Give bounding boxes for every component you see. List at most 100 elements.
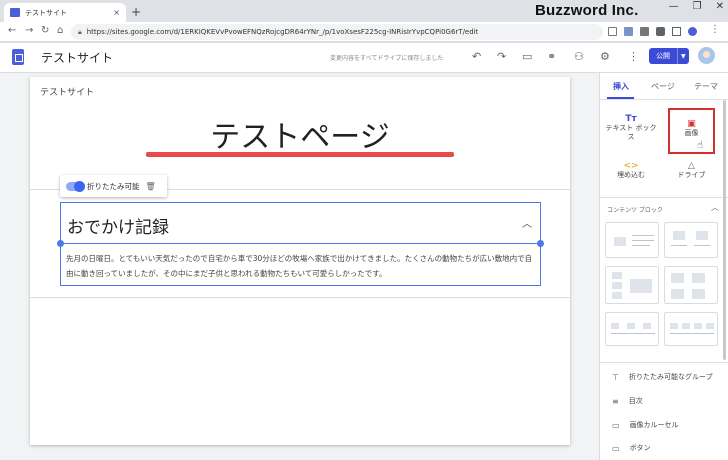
share-page-icon[interactable]: [608, 27, 617, 36]
browser-tab[interactable]: テストサイト ×: [4, 3, 126, 22]
resize-handle[interactable]: [537, 240, 544, 247]
highlight-box-annotation: [668, 108, 715, 154]
content-block-tile[interactable]: [605, 266, 659, 304]
browser-tab-title: テストサイト: [25, 8, 67, 17]
insert-drive[interactable]: △ ドライブ: [668, 161, 715, 180]
reload-icon[interactable]: ↻: [41, 25, 49, 36]
image-placeholder-icon: [673, 231, 685, 240]
button-icon: ▭: [612, 443, 620, 453]
chevron-up-icon[interactable]: ︿: [522, 215, 532, 230]
panel-divider: [600, 197, 728, 198]
publish-separator: [677, 48, 678, 64]
collapsible-toolbar: 折りたたみ可能 🗑︎: [60, 175, 167, 197]
settings-gear-icon[interactable]: ⚙: [600, 50, 610, 63]
forward-icon[interactable]: →: [25, 25, 33, 36]
insert-embed-label: 埋め込む: [617, 171, 645, 179]
publish-label: 公開: [656, 52, 670, 60]
drive-icon: △: [688, 161, 695, 171]
insert-image-carousel[interactable]: ▭ 画像カルーセル: [612, 420, 679, 430]
extensions-puzzle-icon[interactable]: [656, 27, 665, 36]
tab-pages[interactable]: ページ: [651, 81, 675, 92]
chevron-down-icon[interactable]: ▼: [681, 53, 686, 60]
extension-icon[interactable]: [624, 27, 633, 36]
profile-icon[interactable]: [688, 27, 697, 36]
close-window-button[interactable]: ✕: [716, 1, 724, 12]
home-icon[interactable]: ⌂: [57, 25, 63, 36]
insert-table-of-contents[interactable]: ≡ 目次: [612, 396, 643, 406]
button-label: ボタン: [629, 444, 651, 452]
resize-handle[interactable]: [57, 240, 64, 247]
google-sites-logo-icon[interactable]: [12, 49, 24, 65]
image-placeholder-icon: [614, 237, 626, 246]
insert-collapsible-group[interactable]: ⊤ 折りたたみ可能なグループ: [612, 372, 713, 382]
url-text: https://sites.google.com/d/1ERKIQKEVvPvo…: [86, 28, 479, 36]
panel-divider: [600, 362, 728, 363]
side-panel-icon[interactable]: [672, 27, 681, 36]
more-vert-icon[interactable]: ⋮: [628, 50, 639, 63]
text-line: [671, 245, 687, 246]
link-icon[interactable]: ⚭: [547, 50, 556, 63]
image-placeholder-icon: [671, 273, 684, 283]
chevron-up-icon[interactable]: ︿: [711, 202, 719, 213]
new-tab-button[interactable]: +: [131, 5, 141, 19]
image-placeholder-icon: [630, 279, 652, 293]
image-placeholder-icon: [682, 323, 690, 329]
url-bar[interactable]: 🔒︎ https://sites.google.com/d/1ERKIQKEVv…: [71, 24, 603, 40]
image-placeholder-icon: [694, 323, 702, 329]
content-block-tile[interactable]: [664, 222, 718, 258]
text-line: [632, 240, 654, 241]
avatar[interactable]: [698, 47, 715, 64]
collapsible-group-icon: ⊤: [612, 372, 619, 382]
image-placeholder-icon: [671, 289, 684, 299]
browser-menu-icon[interactable]: ⋮: [710, 24, 720, 35]
text-line: [611, 333, 655, 334]
image-placeholder-icon: [706, 323, 714, 329]
save-status: 変更内容をすべてドライブに保存しました: [330, 55, 444, 62]
maximize-button[interactable]: ❐: [693, 1, 702, 12]
tab-divider: [600, 99, 728, 100]
text-box-icon: Tт: [625, 114, 637, 124]
content-block-tile[interactable]: [605, 222, 659, 258]
back-icon[interactable]: ←: [8, 25, 16, 36]
panel-scrollbar[interactable]: [723, 100, 726, 360]
page-site-name[interactable]: テストサイト: [40, 85, 94, 98]
content-block-tile[interactable]: [664, 312, 718, 346]
collapsible-toggle[interactable]: [66, 180, 85, 192]
image-placeholder-icon: [643, 323, 651, 329]
text-line: [670, 333, 714, 334]
content-block-tile[interactable]: [605, 312, 659, 346]
publish-button[interactable]: 公開 ▼: [649, 48, 689, 64]
image-placeholder-icon: [611, 323, 619, 329]
image-placeholder-icon: [612, 282, 622, 289]
window-controls: — ❐ ✕: [669, 1, 724, 12]
preview-icon[interactable]: ▭: [522, 50, 532, 63]
collapsible-body-text[interactable]: 先月の日曜日。とてもいい天気だったので自宅から車で30分ほどの牧場へ家族で出かけ…: [66, 251, 538, 281]
minimize-button[interactable]: —: [669, 1, 679, 12]
lock-icon: 🔒︎: [78, 27, 82, 36]
site-title[interactable]: テストサイト: [41, 49, 113, 66]
sites-favicon-icon: [10, 8, 20, 17]
table-of-contents-label: 目次: [628, 397, 643, 405]
delete-icon[interactable]: 🗑︎: [146, 182, 156, 191]
collapsible-group-label: 折りたたみ可能なグループ: [628, 373, 713, 381]
content-block-tile[interactable]: [664, 266, 718, 304]
share-user-icon[interactable]: ⚇: [574, 50, 584, 63]
title-underline-annotation: [146, 152, 454, 157]
watermark-brand: Buzzword Inc.: [535, 2, 639, 19]
insert-embed[interactable]: <> 埋め込む: [603, 161, 659, 180]
redo-icon[interactable]: ↷: [497, 50, 506, 63]
undo-icon[interactable]: ↶: [472, 50, 481, 63]
collapsible-title[interactable]: おでかけ記録: [67, 213, 169, 238]
insert-button[interactable]: ▭ ボタン: [612, 443, 651, 453]
close-tab-icon[interactable]: ×: [113, 8, 120, 17]
insert-text-box[interactable]: Tт テキスト ボックス: [603, 114, 659, 142]
tab-themes[interactable]: テーマ: [694, 81, 718, 92]
tab-insert[interactable]: 挿入: [613, 81, 629, 92]
image-placeholder-icon: [670, 323, 678, 329]
bookmark-icon[interactable]: [640, 27, 649, 36]
page-title[interactable]: テストページ: [150, 112, 450, 156]
section-divider: [30, 297, 570, 298]
hand-cursor-icon: ☝: [697, 140, 704, 151]
table-of-contents-icon: ≡: [612, 396, 619, 406]
image-placeholder-icon: [612, 292, 622, 299]
